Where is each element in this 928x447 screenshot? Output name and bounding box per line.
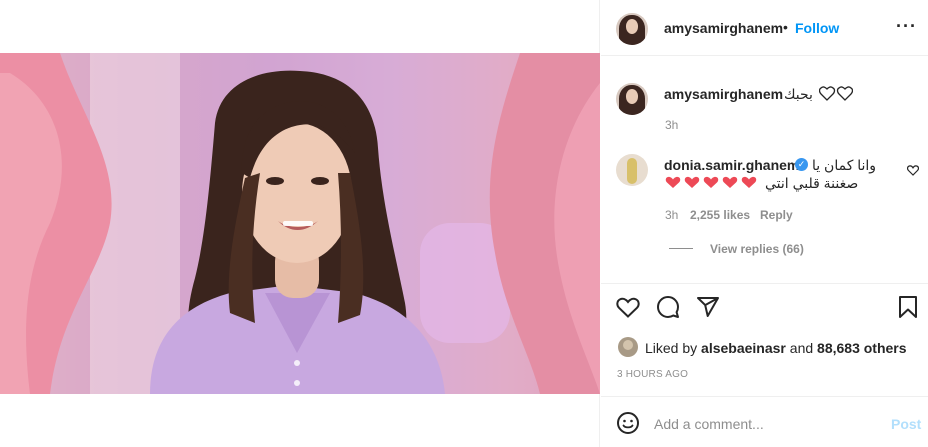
liker-username[interactable]: alsebaeinasr (701, 340, 786, 356)
post-details-panel: amysamirghanem • Follow ··· amysamirghan… (601, 0, 928, 447)
liked-by-prefix: Liked by (645, 340, 698, 356)
commenter-avatar[interactable] (616, 154, 648, 186)
add-comment-bar: Post (601, 396, 928, 447)
add-comment-input[interactable] (654, 414, 874, 434)
caption-time[interactable]: 3h (665, 118, 678, 132)
like-heart-icon[interactable] (616, 296, 640, 318)
liked-by-summary: Liked by alsebaeinasr and 88,683 others (645, 340, 907, 356)
comment-icon[interactable] (656, 295, 680, 319)
post-comment-button[interactable]: Post (891, 416, 921, 432)
comment-likes-count[interactable]: 2,255 likes (690, 208, 750, 222)
comment-text-line1: وانا كمان يا (812, 157, 877, 173)
more-icon[interactable]: ··· (896, 16, 917, 37)
post-timestamp[interactable]: 3 hours ago (617, 369, 688, 380)
comment-text-line2: صغننة قلبي انتي (765, 175, 859, 191)
commenter-username[interactable]: donia.samir.ghanem (664, 157, 799, 173)
liker-avatar[interactable] (618, 337, 638, 357)
action-bar (601, 283, 928, 333)
save-bookmark-icon[interactable] (898, 295, 918, 319)
author-username[interactable]: amysamirghanem (664, 20, 783, 36)
comment-time[interactable]: 3h (665, 208, 678, 222)
caption-hearts-icon (819, 86, 853, 101)
post-header: amysamirghanem • Follow ··· (601, 0, 928, 56)
replies-divider (669, 248, 693, 249)
like-comment-heart-icon[interactable] (907, 165, 919, 176)
comment-red-hearts-icon (665, 176, 757, 188)
likes-others-count[interactable]: 88,683 others (817, 340, 907, 356)
reply-button[interactable]: Reply (760, 208, 793, 222)
separator-dot: • (783, 19, 788, 35)
caption-author-avatar[interactable] (616, 83, 648, 115)
share-icon[interactable] (696, 295, 720, 319)
view-replies-button[interactable]: View replies (66) (710, 242, 804, 256)
liked-by-connector: and (789, 340, 814, 356)
post-media-area (0, 0, 600, 447)
verified-badge-icon: ✓ (795, 158, 808, 171)
author-avatar[interactable] (616, 13, 648, 45)
caption-text: بحبك (784, 86, 813, 102)
post-video[interactable] (0, 53, 600, 394)
video-frame-illustration (0, 53, 600, 394)
emoji-icon[interactable] (616, 411, 640, 435)
caption-author-username[interactable]: amysamirghanem (664, 86, 783, 102)
follow-button[interactable]: Follow (795, 20, 839, 36)
